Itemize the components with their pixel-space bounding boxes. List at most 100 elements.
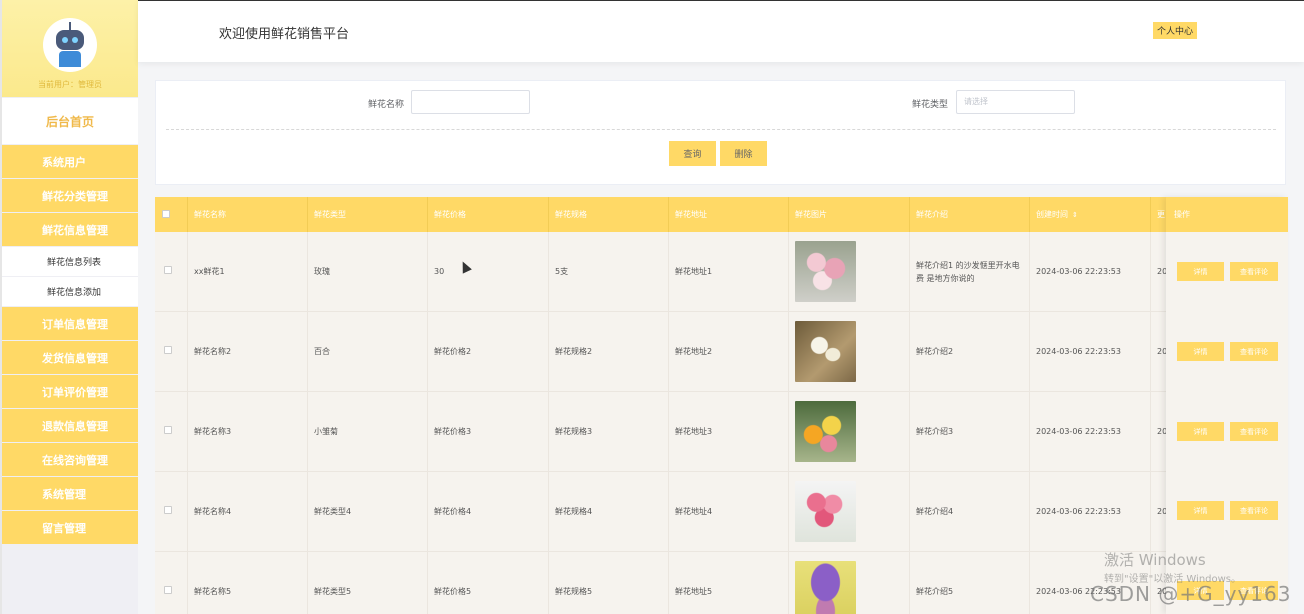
header: 欢迎使用鲜花销售平台 个人中心	[138, 0, 1304, 62]
detail-button[interactable]: 详情	[1177, 262, 1224, 281]
td-type: 鲜花类型4	[308, 472, 428, 551]
view-reviews-button[interactable]: 查看评论	[1230, 501, 1278, 520]
th-name[interactable]: 鲜花名称	[188, 197, 308, 232]
flower-image[interactable]	[795, 321, 856, 382]
menu-system-users[interactable]: 系统用户	[2, 145, 138, 178]
view-reviews-button[interactable]: 查看评论	[1230, 422, 1278, 441]
th-created[interactable]: 创建时间 ⇕	[1030, 197, 1151, 232]
th-select	[155, 197, 188, 232]
menu-shipping[interactable]: 发货信息管理	[2, 341, 138, 374]
windows-activation-watermark: 激活 Windows	[1104, 551, 1206, 569]
flower-image[interactable]	[795, 241, 856, 302]
menu-flower-category[interactable]: 鲜花分类管理	[2, 179, 138, 212]
td-select	[155, 392, 188, 471]
td-address: 鲜花地址5	[669, 552, 789, 614]
table-row: xx鲜花1 玫瑰 30 5支 鲜花地址1 鲜花介绍1 的沙发惬里开水电费 是地方…	[155, 232, 1288, 312]
td-name: 鲜花名称4	[188, 472, 308, 551]
td-intro: 鲜花介绍5	[910, 552, 1030, 614]
td-type: 玫瑰	[308, 232, 428, 311]
page-title: 欢迎使用鲜花销售平台	[219, 27, 350, 42]
th-price[interactable]: 鲜花价格	[428, 197, 549, 232]
robot-body-icon	[59, 51, 81, 67]
th-created-label: 创建时间	[1036, 210, 1068, 219]
query-button[interactable]: 查询	[669, 141, 716, 166]
flower-image[interactable]	[795, 561, 856, 614]
divider	[166, 129, 1276, 130]
td-created: 2024-03-06 22:23:53	[1030, 392, 1151, 471]
td-spec: 鲜花规格2	[549, 312, 669, 391]
delete-button[interactable]: 删除	[720, 141, 767, 166]
menu-flower-info[interactable]: 鲜花信息管理	[2, 213, 138, 246]
avatar	[43, 18, 97, 72]
detail-button[interactable]: 详情	[1177, 501, 1224, 520]
td-select	[155, 232, 188, 311]
th-type[interactable]: 鲜花类型	[308, 197, 428, 232]
td-address: 鲜花地址3	[669, 392, 789, 471]
td-address: 鲜花地址4	[669, 472, 789, 551]
view-reviews-button[interactable]: 查看评论	[1230, 342, 1278, 361]
td-name: xx鲜花1	[188, 232, 308, 311]
td-intro: 鲜花介绍2	[910, 312, 1030, 391]
menu-refunds[interactable]: 退款信息管理	[2, 409, 138, 442]
td-price: 鲜花价格5	[428, 552, 549, 614]
table-row: 鲜花名称2 百合 鲜花价格2 鲜花规格2 鲜花地址2 鲜花介绍2 2024-03…	[155, 312, 1288, 392]
robot-icon	[56, 30, 84, 50]
robot-eye-icon	[72, 37, 78, 43]
td-name: 鲜花名称5	[188, 552, 308, 614]
td-select	[155, 312, 188, 391]
menu-home[interactable]: 后台首页	[2, 98, 138, 144]
td-created: 2024-03-06 22:23:53	[1030, 232, 1151, 311]
view-reviews-button[interactable]: 查看评论	[1230, 262, 1278, 281]
td-type: 鲜花类型5	[308, 552, 428, 614]
td-select	[155, 552, 188, 614]
submenu-flower-add[interactable]: 鲜花信息添加	[2, 277, 138, 306]
sidebar: 当前用户：管理员 后台首页 系统用户 鲜花分类管理 鲜花信息管理 鲜花信息列表 …	[0, 0, 138, 614]
td-type: 百合	[308, 312, 428, 391]
menu-consultation[interactable]: 在线咨询管理	[2, 443, 138, 476]
sort-icon[interactable]: ⇕	[1072, 198, 1078, 233]
td-image	[789, 552, 910, 614]
profile-button[interactable]: 个人中心	[1153, 22, 1198, 39]
menu-order-reviews[interactable]: 订单评价管理	[2, 375, 138, 408]
detail-button[interactable]: 详情	[1177, 422, 1224, 441]
td-spec: 鲜花规格3	[549, 392, 669, 471]
td-image	[789, 392, 910, 471]
table-row: 鲜花名称3 小雏菊 鲜花价格3 鲜花规格3 鲜花地址3 鲜花介绍3 2024-0…	[155, 392, 1288, 472]
menu-system[interactable]: 系统管理	[2, 477, 138, 510]
td-address: 鲜花地址1	[669, 232, 789, 311]
td-created: 2024-03-06 22:23:53	[1030, 312, 1151, 391]
table-row: 鲜花名称4 鲜花类型4 鲜花价格4 鲜花规格4 鲜花地址4 鲜花介绍4 2024…	[155, 472, 1288, 552]
td-price: 鲜花价格3	[428, 392, 549, 471]
csdn-watermark: CSDN @+G_yy163	[1090, 582, 1292, 606]
search-panel: 鲜花名称 鲜花类型 请选择 查询 删除	[155, 80, 1286, 185]
robot-antenna-icon	[69, 22, 71, 30]
td-image	[789, 232, 910, 311]
td-intro: 鲜花介绍4	[910, 472, 1030, 551]
menu-orders[interactable]: 订单信息管理	[2, 307, 138, 340]
th-spec[interactable]: 鲜花规格	[549, 197, 669, 232]
td-spec: 鲜花规格5	[549, 552, 669, 614]
th-image[interactable]: 鲜花图片	[789, 197, 910, 232]
td-spec: 鲜花规格4	[549, 472, 669, 551]
td-price: 鲜花价格2	[428, 312, 549, 391]
td-spec: 5支	[549, 232, 669, 311]
td-image	[789, 472, 910, 551]
current-user-label: 当前用户：管理员	[38, 80, 102, 89]
user-panel: 当前用户：管理员	[2, 0, 138, 97]
th-address[interactable]: 鲜花地址	[669, 197, 789, 232]
submenu-flower-list[interactable]: 鲜花信息列表	[2, 247, 138, 276]
detail-button[interactable]: 详情	[1177, 342, 1224, 361]
td-select	[155, 472, 188, 551]
td-address: 鲜花地址2	[669, 312, 789, 391]
flower-type-select[interactable]: 请选择	[956, 90, 1075, 114]
td-intro: 鲜花介绍1 的沙发惬里开水电费 是地方你说的	[910, 232, 1030, 311]
th-intro[interactable]: 鲜花介绍	[910, 197, 1030, 232]
flower-name-input[interactable]	[411, 90, 530, 114]
td-name: 鲜花名称2	[188, 312, 308, 391]
flower-image[interactable]	[795, 481, 856, 542]
flower-name-label: 鲜花名称	[368, 100, 405, 110]
flower-type-label: 鲜花类型	[912, 100, 949, 110]
td-type: 小雏菊	[308, 392, 428, 471]
flower-image[interactable]	[795, 401, 856, 462]
menu-messages[interactable]: 留言管理	[2, 511, 138, 544]
